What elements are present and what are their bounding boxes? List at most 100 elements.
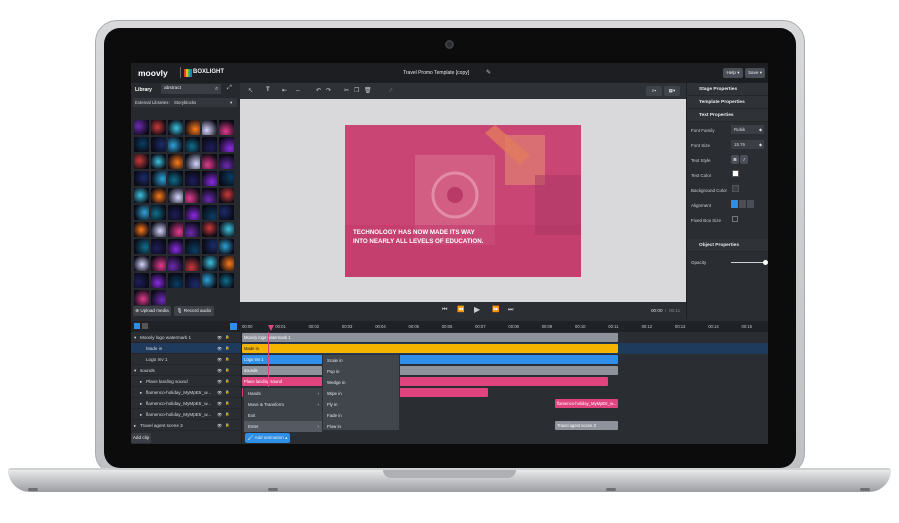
- media-thumbnail[interactable]: [151, 256, 166, 271]
- media-thumbnail[interactable]: [168, 273, 183, 288]
- lock-icon[interactable]: 🔒: [225, 412, 229, 416]
- moovly-logo[interactable]: moovly: [138, 68, 168, 78]
- step-back-icon[interactable]: ⏪: [457, 307, 464, 313]
- layer-row[interactable]: ▸ flamenco-holiday_MyMpEtr_w... 👁 🔒: [131, 398, 241, 409]
- media-thumbnail[interactable]: [168, 120, 183, 135]
- timeline-clip[interactable]: flamenco-holiday_MyMpEtr_w...: [555, 399, 619, 408]
- submenu-item[interactable]: Pop in: [323, 366, 399, 377]
- media-thumbnail[interactable]: [151, 154, 166, 169]
- expand-arrow-icon[interactable]: ▸: [140, 379, 142, 385]
- submenu-item[interactable]: Fly in: [323, 399, 399, 410]
- expand-arrow-icon[interactable]: ▸: [140, 390, 142, 396]
- media-thumbnail[interactable]: [185, 120, 200, 135]
- submenu-item[interactable]: Fade in: [323, 410, 399, 421]
- media-thumbnail[interactable]: [219, 239, 234, 254]
- headline-line-2[interactable]: INTO NEARLY ALL LEVELS OF EDUCATION.: [353, 238, 483, 245]
- media-thumbnail[interactable]: [134, 154, 149, 169]
- media-thumbnail[interactable]: [202, 205, 217, 220]
- media-thumbnail[interactable]: [151, 120, 166, 135]
- text-properties-header[interactable]: Text Properties: [687, 109, 768, 122]
- grid-button[interactable]: ▦▾: [664, 86, 680, 96]
- media-thumbnail[interactable]: [168, 205, 183, 220]
- media-thumbnail[interactable]: [202, 188, 217, 203]
- lock-icon[interactable]: 🔒: [225, 368, 229, 372]
- align-left-button[interactable]: [731, 200, 738, 208]
- play-icon[interactable]: ▶: [474, 306, 480, 314]
- media-thumbnail[interactable]: [219, 273, 234, 288]
- media-thumbnail[interactable]: [168, 239, 183, 254]
- text-color-swatch[interactable]: [732, 170, 739, 177]
- expand-arrow-icon[interactable]: ▸: [140, 412, 142, 418]
- opacity-slider-knob[interactable]: [763, 260, 768, 265]
- step-forward-icon[interactable]: ⏩: [492, 307, 499, 313]
- media-thumbnail[interactable]: [134, 273, 149, 288]
- submenu-item[interactable]: Wedge in: [323, 377, 399, 388]
- layer-row[interactable]: ▸ flamenco-holiday_MyMpEtr_w... 👁 🔒: [131, 387, 241, 398]
- layer-row[interactable]: Made in 👁 🔒: [131, 343, 241, 354]
- media-thumbnail[interactable]: [151, 222, 166, 237]
- media-thumbnail[interactable]: [151, 188, 166, 203]
- media-thumbnail[interactable]: [219, 120, 234, 135]
- media-thumbnail[interactable]: [185, 239, 200, 254]
- cut-icon[interactable]: ✂: [344, 88, 349, 94]
- media-thumbnail[interactable]: [202, 171, 217, 186]
- zoom-button[interactable]: ⌕▾: [646, 86, 662, 96]
- media-thumbnail[interactable]: [185, 222, 200, 237]
- layer-row[interactable]: ▸ Travel agent scene 3 👁 🔒: [131, 420, 241, 431]
- media-thumbnail[interactable]: [202, 120, 217, 135]
- lock-icon[interactable]: 🔒: [225, 379, 229, 383]
- lock-icon[interactable]: 🔒: [225, 346, 229, 350]
- media-thumbnail[interactable]: [219, 256, 234, 271]
- context-menu-item[interactable]: Move & Transform ›: [244, 399, 322, 410]
- redo-icon[interactable]: ↷: [326, 88, 331, 94]
- visibility-icon[interactable]: 👁: [217, 401, 222, 406]
- add-clip-button[interactable]: Add clip: [131, 433, 151, 443]
- expand-arrow-icon[interactable]: ▸: [140, 401, 142, 407]
- media-thumbnail[interactable]: [134, 171, 149, 186]
- media-thumbnail[interactable]: [219, 188, 234, 203]
- context-menu-item[interactable]: Enter ›: [244, 421, 322, 432]
- bold-button[interactable]: B: [731, 155, 739, 164]
- timeline-clip[interactable]: Moovly logo watermark 1: [242, 333, 619, 342]
- upload-media-button[interactable]: ⊕ Upload media: [133, 306, 171, 316]
- media-thumbnail[interactable]: [219, 171, 234, 186]
- media-thumbnail[interactable]: [185, 273, 200, 288]
- help-button[interactable]: Help ▾: [723, 68, 743, 78]
- timeline-clip[interactable]: Travel agent scene 3: [555, 421, 619, 430]
- expand-icon[interactable]: ⤢: [227, 85, 232, 91]
- media-thumbnail[interactable]: [185, 188, 200, 203]
- search-icon[interactable]: ⌕: [215, 86, 218, 92]
- media-thumbnail[interactable]: [185, 205, 200, 220]
- visibility-icon[interactable]: 👁: [217, 368, 222, 373]
- media-thumbnail[interactable]: [168, 256, 183, 271]
- media-thumbnail[interactable]: [134, 239, 149, 254]
- delete-icon[interactable]: 🗑: [364, 88, 372, 94]
- context-menu-item[interactable]: Exit: [244, 410, 322, 421]
- media-thumbnail[interactable]: [168, 137, 183, 152]
- align-icon[interactable]: ⇤: [282, 88, 287, 94]
- media-thumbnail[interactable]: [185, 154, 200, 169]
- fixed-box-checkbox[interactable]: [732, 216, 738, 222]
- media-thumbnail[interactable]: [134, 290, 149, 305]
- layer-row[interactable]: ▸ flamenco-holiday_MyMpEtr_w... 👁 🔒: [131, 409, 241, 420]
- visibility-icon[interactable]: 👁: [217, 357, 222, 362]
- template-properties-header[interactable]: Template Properties: [687, 96, 768, 109]
- submenu-item[interactable]: Scale in: [323, 355, 399, 366]
- stage-slide[interactable]: TECHNOLOGY HAS NOW MADE ITS WAY INTO NEA…: [345, 125, 581, 277]
- media-thumbnail[interactable]: [151, 273, 166, 288]
- edit-pencil-icon[interactable]: ✎: [486, 70, 491, 76]
- visibility-icon[interactable]: 👁: [217, 412, 222, 417]
- media-thumbnail[interactable]: [134, 188, 149, 203]
- lock-icon[interactable]: 🔒: [225, 335, 229, 339]
- save-button[interactable]: Save ▾: [745, 68, 765, 78]
- media-thumbnail[interactable]: [219, 137, 234, 152]
- skip-end-icon[interactable]: ⏭: [508, 307, 513, 313]
- media-thumbnail[interactable]: [185, 137, 200, 152]
- media-thumbnail[interactable]: [168, 171, 183, 186]
- media-thumbnail[interactable]: [151, 205, 166, 220]
- copy-icon[interactable]: ❐: [354, 88, 359, 94]
- project-title[interactable]: Travel Promo Template [copy]: [403, 70, 469, 76]
- layer-row[interactable]: Logo Inv 1 👁 🔒: [131, 354, 241, 365]
- media-thumbnail[interactable]: [151, 239, 166, 254]
- media-thumbnail[interactable]: [134, 120, 149, 135]
